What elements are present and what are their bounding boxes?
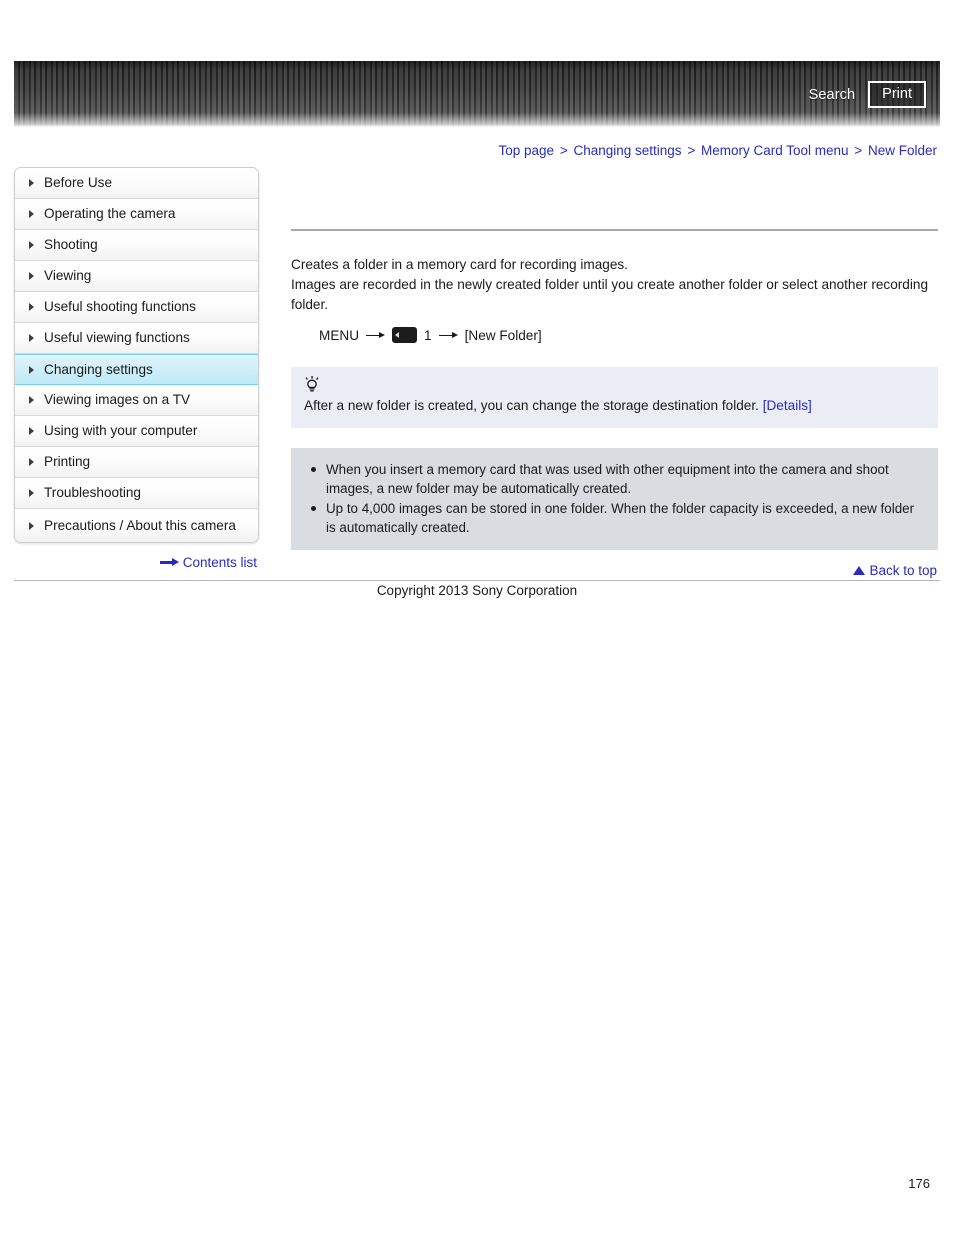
sidebar-nav: Before Use Operating the camera Shooting Vi… [14,167,259,543]
triangle-right-icon [29,489,34,497]
sidebar-item-label: Operating the camera [44,206,176,222]
breadcrumb: Top page > Changing settings > Memory Ca… [499,143,938,158]
triangle-right-icon [29,272,34,280]
sidebar-item-useful-viewing-functions[interactable]: Useful viewing functions [15,323,258,354]
arrow-right-icon [159,558,180,567]
details-link[interactable]: [Details] [763,398,812,413]
search-button[interactable]: Search [809,87,856,103]
sidebar-item-label: Useful viewing functions [44,330,190,346]
description-paragraph-2: Images are recorded in the newly created… [291,277,929,312]
sidebar-item-label: Troubleshooting [44,485,141,501]
sidebar-item-label: Before Use [44,175,113,191]
menu-path: MENU 1 [New Folder] [291,327,938,343]
note-item: Up to 4,000 images can be stored in one … [307,499,922,537]
menu-card-number: 1 [424,327,432,343]
breadcrumb-item-changing-settings[interactable]: Changing settings [573,143,681,158]
contents-list: Contents list [14,555,257,570]
sidebar-item-label: Changing settings [44,361,153,377]
triangle-right-icon [29,179,34,187]
sidebar-item-label: Precautions / About this camera [44,517,236,533]
light-bulb-icon [304,376,320,394]
sidebar-item-useful-shooting-functions[interactable]: Useful shooting functions [15,292,258,323]
triangle-right-icon [29,241,34,249]
memory-card-icon [392,327,418,343]
tip-box: After a new folder is created, you can c… [291,367,938,428]
triangle-right-icon [29,365,34,374]
sidebar-item-changing-settings[interactable]: Changing settings [15,354,258,385]
tip-text: After a new folder is created, you can c… [304,398,759,413]
breadcrumb-item-top-page[interactable]: Top page [499,143,555,158]
sidebar-item-label: Using with your computer [44,423,198,439]
triangle-right-icon [29,458,34,466]
triangle-right-icon [29,303,34,311]
header-banner: Search Print [14,61,940,127]
sidebar-item-label: Viewing [44,268,92,284]
main-content: Creates a folder in a memory card for re… [291,167,938,550]
breadcrumb-separator: > [687,143,696,158]
print-button[interactable]: Print [868,81,926,109]
breadcrumb-separator: > [854,143,863,158]
menu-label: MENU [319,327,360,343]
triangle-right-icon [29,334,34,342]
sidebar-item-label: Useful shooting functions [44,299,196,315]
note-item: When you insert a memory card that was u… [307,460,922,498]
sidebar-item-troubleshooting[interactable]: Troubleshooting [15,478,258,509]
notes-box: When you insert a memory card that was u… [291,448,938,550]
arrow-right-icon [366,331,386,340]
sidebar-item-label: Shooting [44,237,98,253]
contents-list-link[interactable]: Contents list [183,555,257,570]
description-paragraph-1: Creates a folder in a memory card for re… [291,257,628,272]
sidebar-item-using-with-your-computer[interactable]: Using with your computer [15,416,258,447]
sidebar-item-label: Printing [44,454,91,470]
content-divider [291,229,938,231]
notes-list: When you insert a memory card that was u… [307,460,922,537]
sidebar-item-viewing-images-on-a-tv[interactable]: Viewing images on a TV [15,385,258,416]
breadcrumb-item-new-folder[interactable]: New Folder [868,143,937,158]
arrow-right-icon [438,331,458,340]
breadcrumb-item-memory-card-tool-menu[interactable]: Memory Card Tool menu [701,143,849,158]
page-number: 176 [908,1176,930,1191]
copyright-text: Copyright 2013 Sony Corporation [376,583,578,598]
triangle-up-icon [853,566,866,575]
triangle-right-icon [29,521,34,530]
menu-destination: [New Folder] [464,327,542,343]
back-to-top[interactable]: Back to top [853,563,937,578]
triangle-right-icon [29,210,34,218]
tip-text-row: After a new folder is created, you can c… [304,396,925,415]
sidebar-item-precautions-about-this-camera[interactable]: Precautions / About this camera [15,509,258,542]
sidebar-item-operating-the-camera[interactable]: Operating the camera [15,199,258,230]
back-to-top-link[interactable]: Back to top [869,563,937,578]
sidebar-item-label: Viewing images on a TV [44,392,191,408]
header-actions: Search Print [809,81,926,109]
footer-divider [14,580,940,581]
sidebar-item-viewing[interactable]: Viewing [15,261,258,292]
breadcrumb-separator: > [559,143,568,158]
sidebar-item-printing[interactable]: Printing [15,447,258,478]
sidebar-item-before-use[interactable]: Before Use [15,168,258,199]
sidebar-item-shooting[interactable]: Shooting [15,230,258,261]
triangle-right-icon [29,427,34,435]
triangle-right-icon [29,396,34,404]
